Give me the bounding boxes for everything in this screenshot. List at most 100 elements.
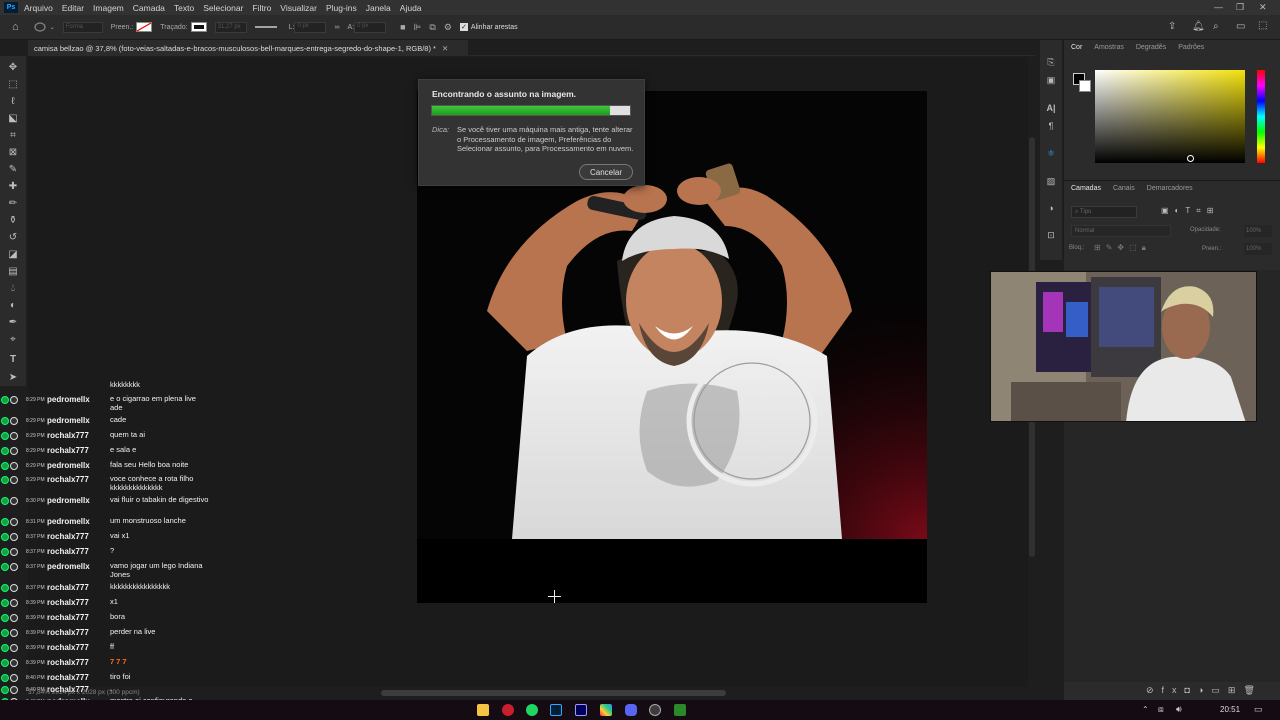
path-operations-icon[interactable]: ■ — [400, 22, 405, 32]
stroke-width-field[interactable]: 31,27 px — [214, 21, 247, 33]
tab-demarcadores[interactable]: Demarcadores — [1147, 185, 1193, 199]
width-field[interactable]: 0 px — [294, 21, 327, 33]
chat-username[interactable]: pedromellx — [47, 461, 90, 470]
tray-chevron-icon[interactable]: ⌃ — [1142, 705, 1149, 714]
chat-username[interactable]: pedromellx — [47, 517, 90, 526]
layer-filter-icons[interactable]: ▣◐T⌗⊞ — [1161, 206, 1220, 216]
chat-username[interactable]: rochalx777 — [47, 431, 89, 440]
chat-username[interactable]: pedromellx — [47, 416, 90, 425]
hue-slider[interactable] — [1257, 70, 1265, 163]
lock-icons[interactable]: ⊞✎✥⬚🔒︎ — [1094, 243, 1151, 253]
dodge-tool-icon[interactable]: ◐ — [6, 298, 20, 312]
image-panel-icon[interactable]: ▨ — [1045, 175, 1057, 187]
cancel-button[interactable]: Cancelar — [579, 164, 633, 180]
tab-camadas[interactable]: Camadas — [1071, 185, 1101, 199]
frame-tool-icon[interactable]: ⊠ — [6, 145, 20, 159]
chat-username[interactable]: rochalx777 — [47, 547, 89, 556]
menu-janela[interactable]: Janela — [366, 3, 391, 13]
opera-icon[interactable] — [502, 704, 514, 716]
color-picker-handle[interactable] — [1187, 155, 1194, 162]
chat-username[interactable]: rochalx777 — [47, 613, 89, 622]
link-icon[interactable]: ∞ — [334, 24, 339, 31]
menu-editar[interactable]: Editar — [62, 3, 84, 13]
search-icon[interactable]: ⌕ — [1213, 21, 1219, 32]
chat-username[interactable]: rochalx777 — [47, 628, 89, 637]
fill-field[interactable]: 100% — [1244, 243, 1272, 255]
discord-icon[interactable] — [625, 704, 637, 716]
chat-username[interactable]: rochalx777 — [47, 598, 89, 607]
menu-texto[interactable]: Texto — [174, 3, 194, 13]
shape-tool-preset-icon[interactable]: ⌄ — [33, 21, 55, 33]
panel-toggle-icon[interactable]: ⬚ — [1258, 20, 1267, 31]
layer-actions-icons[interactable]: ⊘fx◘◑▭⊞🗑︎ — [1146, 685, 1263, 696]
blend-mode-select[interactable]: Normal — [1071, 225, 1171, 237]
background-color-swatch[interactable] — [1079, 80, 1091, 92]
path-alignment-icon[interactable]: ⊫ — [414, 22, 422, 33]
paragraph-panel-icon[interactable]: ¶ — [1045, 120, 1057, 132]
home-icon[interactable]: ⌂ — [12, 21, 19, 33]
gradient-tool-icon[interactable]: ▤ — [6, 264, 20, 278]
gear-icon[interactable]: ⚙ — [444, 22, 452, 33]
document-tab[interactable]: camisa bellzao @ 37,8% (foto-veias-salta… — [28, 40, 468, 56]
chat-username[interactable]: rochalx777 — [47, 532, 89, 541]
obs-icon[interactable] — [649, 704, 661, 716]
tab-degrades[interactable]: Degradês — [1136, 44, 1166, 58]
close-icon[interactable]: ✕ — [1259, 2, 1267, 13]
menu-plugins[interactable]: Plug-ins — [326, 3, 357, 13]
history-panel-icon[interactable]: ⎘ — [1045, 56, 1057, 68]
type-tool-icon[interactable]: T — [6, 352, 20, 366]
layer-filter-select[interactable]: ⌕ Tipo — [1071, 206, 1137, 218]
taskbar-clock[interactable]: 20:51 — [1220, 705, 1240, 714]
tab-canais[interactable]: Canais — [1113, 185, 1135, 199]
menu-visualizar[interactable]: Visualizar — [280, 3, 317, 13]
volume-icon[interactable]: 🔊︎ — [1176, 704, 1182, 715]
notifications-icon[interactable]: ▭ — [1254, 704, 1263, 715]
photos-icon[interactable] — [600, 704, 612, 716]
spotify-icon[interactable] — [526, 704, 538, 716]
restore-icon[interactable]: ❐ — [1236, 2, 1244, 13]
bell-icon[interactable]: 🔔︎ — [1192, 21, 1205, 32]
blur-tool-icon[interactable]: 💧︎ — [6, 281, 20, 295]
share-icon[interactable]: ⇪ — [1168, 21, 1176, 32]
clone-stamp-tool-icon[interactable]: ⚱ — [6, 213, 20, 227]
after-effects-icon[interactable] — [575, 704, 587, 716]
menu-filtro[interactable]: Filtro — [252, 3, 271, 13]
horizontal-scroll-thumb[interactable] — [381, 690, 726, 696]
chat-username[interactable]: rochalx777 — [47, 475, 89, 484]
app-icon[interactable] — [674, 704, 686, 716]
height-field[interactable]: 0 px — [354, 21, 387, 33]
eyedropper-tool-icon[interactable]: ✎ — [6, 162, 20, 176]
stroke-type-select[interactable] — [254, 24, 281, 30]
workspace-icon[interactable]: ▭ — [1236, 21, 1245, 32]
chat-username[interactable]: pedromellx — [47, 562, 90, 571]
chat-username[interactable]: rochalx777 — [47, 643, 89, 652]
comments-panel-icon[interactable]: ▣ — [1045, 74, 1057, 86]
menu-arquivo[interactable]: Arquivo — [24, 3, 53, 13]
menu-ajuda[interactable]: Ajuda — [400, 3, 422, 13]
menu-imagem[interactable]: Imagem — [93, 3, 124, 13]
color-field[interactable] — [1095, 70, 1245, 163]
adjustments-panel-icon[interactable]: ◑ — [1045, 202, 1057, 214]
opacity-field[interactable]: 100% — [1244, 225, 1272, 237]
plugin-panel-icon[interactable]: ⚛ — [1045, 147, 1057, 159]
move-tool-icon[interactable]: ✥ — [6, 60, 20, 74]
brush-tool-icon[interactable]: ✏ — [6, 196, 20, 210]
close-tab-icon[interactable]: ✕ — [442, 44, 448, 53]
photoshop-taskbar-icon[interactable] — [550, 704, 562, 716]
chat-username[interactable]: rochalx777 — [47, 673, 89, 682]
object-selection-tool-icon[interactable]: ⬕ — [6, 111, 20, 125]
chat-username[interactable]: pedromellx — [47, 496, 90, 505]
path-selection-tool-icon[interactable]: ⌖ — [6, 332, 20, 346]
crop-tool-icon[interactable]: ⌗ — [6, 128, 20, 142]
network-icon[interactable]: ⧈ — [1158, 704, 1164, 715]
menu-camada[interactable]: Camada — [133, 3, 165, 13]
chat-username[interactable]: rochalx777 — [47, 583, 89, 592]
file-explorer-icon[interactable] — [477, 704, 489, 716]
tab-amostras[interactable]: Amostras — [1094, 44, 1124, 58]
shape-mode-select[interactable]: Forma — [62, 21, 103, 33]
fill-control[interactable]: Preen.: — [111, 22, 153, 32]
tab-padroes[interactable]: Padrões — [1178, 44, 1204, 58]
marquee-tool-icon[interactable]: ⬚ — [6, 77, 20, 91]
lasso-tool-icon[interactable]: ℓ — [6, 94, 20, 108]
eraser-tool-icon[interactable]: ◪ — [6, 247, 20, 261]
